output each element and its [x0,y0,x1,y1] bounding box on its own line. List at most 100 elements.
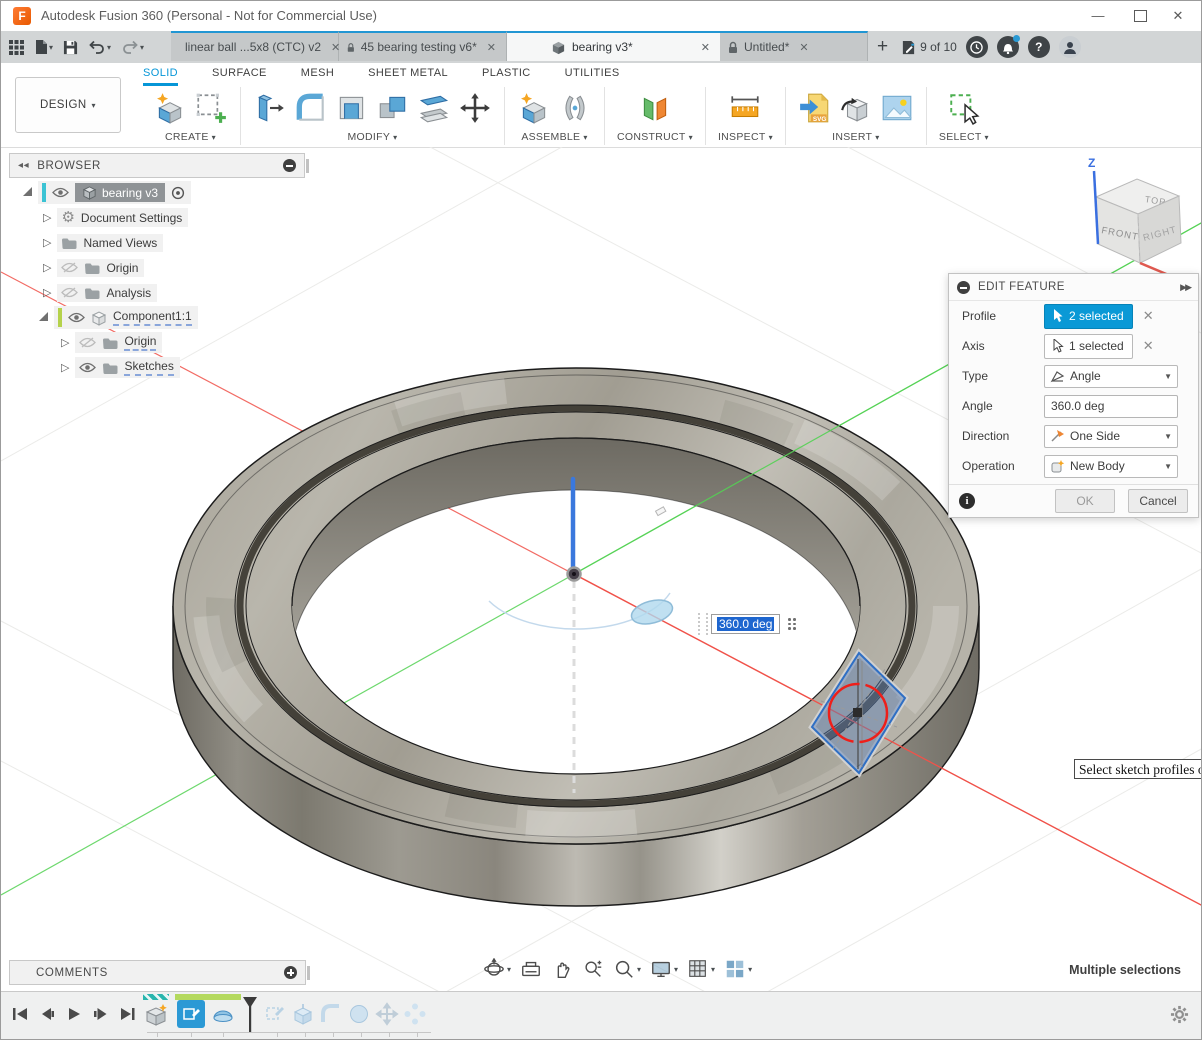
chevron-down-icon[interactable]: ▾ [674,965,678,974]
collapse-browser-icon[interactable]: ◂◂ [18,160,29,171]
expander-closed-icon[interactable]: ▷ [43,211,51,224]
redo-button[interactable]: ▾ [121,40,144,54]
eye-off-icon[interactable] [79,337,96,348]
tab-untitled[interactable]: Untitled* ✕ [720,31,868,61]
timeline-item-sphere-suppressed[interactable] [347,1002,371,1026]
tab-mesh[interactable]: MESH [301,67,334,86]
dialog-collapse-icon[interactable] [957,281,970,294]
browser-item-component-origin[interactable]: ▷ Origin [9,330,305,355]
notifications-button[interactable] [997,36,1019,58]
browser-item-named-views[interactable]: ▷ Named Views [9,230,305,255]
expand-comments-icon[interactable] [284,966,297,979]
input-drag-nub[interactable] [698,613,708,635]
close-window-button[interactable]: ✕ [1157,1,1199,31]
grid-settings-button[interactable]: ▾ [687,958,715,980]
timeline-item-pattern-suppressed[interactable] [403,1002,427,1026]
view-cube[interactable]: TOP FRONT RIGHT Z X [1041,151,1201,286]
eye-icon[interactable] [79,362,96,373]
history-clock-button[interactable] [966,36,988,58]
browser-item-component[interactable]: Component1:1 [9,305,305,330]
browser-item-analysis[interactable]: ▷ Analysis [9,280,305,305]
group-label[interactable]: SELECT [939,131,982,143]
expander-closed-icon[interactable]: ▷ [61,361,69,374]
avatar[interactable] [1059,36,1081,58]
orbit-button[interactable]: ▾ [483,958,511,980]
angle-input-value[interactable]: 360.0 deg [717,617,774,631]
eye-icon[interactable] [52,187,69,198]
look-at-button[interactable] [520,958,542,980]
eye-icon[interactable] [68,312,85,323]
angle-manipulator-input[interactable]: 360.0 deg [698,613,796,635]
maximize-button[interactable] [1134,10,1147,22]
timeline-item-sketch-suppressed[interactable] [263,1002,287,1026]
eye-off-icon[interactable] [61,287,78,298]
expander-closed-icon[interactable]: ▷ [43,286,51,299]
browser-item-sketches[interactable]: ▷ Sketches [9,355,305,380]
dialog-dock-icon[interactable]: ▶▶ [1180,282,1190,293]
axis-clear-icon[interactable]: ✕ [1143,338,1154,354]
timeline-play-button[interactable] [65,1005,83,1023]
direction-dropdown[interactable]: One Side ▼ [1044,425,1178,448]
ok-button[interactable]: OK [1055,489,1115,513]
input-handle-dots[interactable] [788,618,796,630]
pan-button[interactable] [551,958,573,980]
file-menu-button[interactable]: ▾ [34,39,53,55]
timeline-item-fillet-suppressed[interactable] [319,1002,343,1026]
viewports-button[interactable]: ▾ [724,958,752,980]
tab-bearing-v3[interactable]: bearing v3* ✕ [507,31,720,61]
timeline-item-extrude-suppressed[interactable] [291,1002,315,1026]
group-label[interactable]: MODIFY [348,131,391,143]
profile-select-button[interactable]: 2 selected [1044,304,1133,329]
measure-icon[interactable] [728,91,762,125]
axis-handle[interactable] [656,507,666,516]
operation-dropdown[interactable]: New Body ▼ [1044,455,1178,478]
joint-icon[interactable] [558,91,592,125]
group-label[interactable]: CONSTRUCT [617,131,686,143]
type-dropdown[interactable]: Angle ▼ [1044,365,1178,388]
cancel-button[interactable]: Cancel [1128,489,1188,513]
tab-sheet-metal[interactable]: SHEET METAL [368,67,448,86]
profile-clear-icon[interactable]: ✕ [1143,308,1154,324]
derive-icon[interactable] [839,91,873,125]
expander-closed-icon[interactable]: ▷ [61,336,69,349]
timeline-settings-button[interactable] [1170,1005,1189,1024]
press-pull-icon[interactable] [253,91,287,125]
tab-utilities[interactable]: UTILITIES [565,67,620,86]
new-component-icon[interactable] [517,91,551,125]
canvas-image-icon[interactable] [880,91,914,125]
chevron-down-icon[interactable]: ▾ [507,965,511,974]
close-tab-icon[interactable]: ✕ [485,41,498,54]
group-label[interactable]: INSPECT [718,131,766,143]
chevron-down-icon[interactable]: ▾ [107,43,111,52]
axis-select-button[interactable]: 1 selected [1044,334,1133,359]
fillet-icon[interactable] [294,91,328,125]
tab-surface[interactable]: SURFACE [212,67,267,86]
zoom-button[interactable] [582,958,604,980]
tab-plastic[interactable]: PLASTIC [482,67,531,86]
group-label[interactable]: ASSEMBLE [521,131,580,143]
close-tab-icon[interactable]: ✕ [797,41,810,54]
comments-scroll-nub[interactable] [307,966,310,980]
expander-closed-icon[interactable]: ▷ [43,236,51,249]
tab-45-bearing-testing[interactable]: 45 bearing testing v6* ✕ [339,31,507,61]
tab-linear-ball[interactable]: linear ball ...5x8 (CTC) v2 ✕ [171,31,339,61]
zoom-window-button[interactable]: ▾ [613,958,641,980]
save-button[interactable] [63,40,78,55]
group-label[interactable]: CREATE [165,131,209,143]
timeline-item-component[interactable] [143,1002,169,1028]
move-icon[interactable] [458,91,492,125]
timeline-item-revolve[interactable] [210,1002,236,1028]
minimize-button[interactable]: — [1077,1,1119,31]
expander-open-icon[interactable] [23,187,32,196]
timeline-item-move-suppressed[interactable] [375,1002,399,1026]
minimize-panel-icon[interactable] [283,159,296,172]
timeline-go-start-button[interactable] [11,1005,29,1023]
info-icon[interactable]: i [959,493,975,509]
browser-header[interactable]: ◂◂ BROWSER [9,153,305,178]
app-grid-button[interactable] [9,40,24,55]
activate-radio-icon[interactable] [171,186,185,200]
new-tab-button[interactable]: + [873,36,892,58]
dialog-header[interactable]: EDIT FEATURE ▶▶ [949,274,1198,301]
bearing-body[interactable] [173,368,979,906]
construction-plane-icon[interactable] [638,91,672,125]
